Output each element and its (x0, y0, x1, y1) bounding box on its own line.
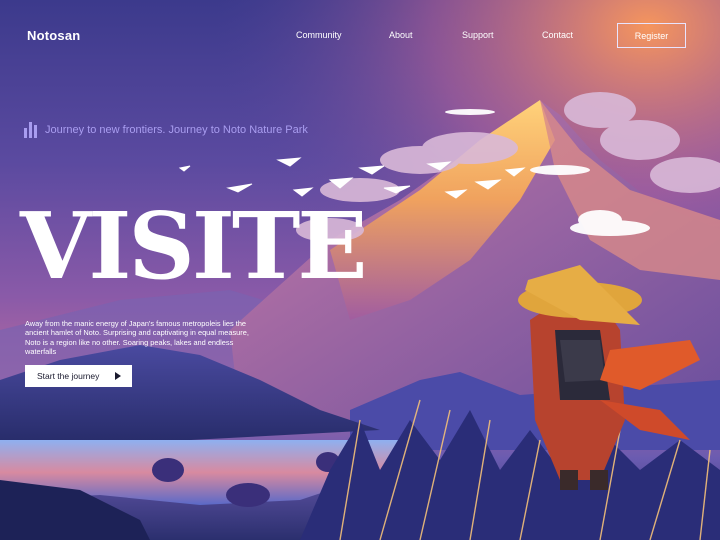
start-journey-button[interactable]: Start the journey (25, 365, 132, 387)
description-line: Away from the manic energy of Japan's fa… (25, 319, 247, 328)
top-navigation: Notosan Community About Support Contact … (0, 0, 720, 70)
register-button[interactable]: Register (617, 23, 686, 48)
hero-section: Notosan Community About Support Contact … (0, 0, 720, 540)
description-line: Noto is a region like no other. Soaring … (25, 337, 234, 357)
nav-link-contact[interactable]: Contact (542, 30, 573, 40)
hero-description: Away from the manic energy of Japan's fa… (25, 319, 265, 357)
brand-logo[interactable]: Notosan (27, 28, 80, 43)
bars-icon (24, 122, 37, 138)
description-line: ancient hamlet of Noto. Surprising and c… (25, 328, 249, 338)
hero-title: VISITE (20, 192, 367, 300)
nav-link-about[interactable]: About (389, 30, 413, 40)
tagline-text: Journey to new frontiers. Journey to Not… (45, 124, 308, 136)
start-journey-label: Start the journey (37, 371, 100, 381)
hero-tagline: Journey to new frontiers. Journey to Not… (24, 122, 308, 138)
play-icon (115, 372, 121, 380)
nav-link-support[interactable]: Support (462, 30, 494, 40)
nav-link-community[interactable]: Community (296, 30, 342, 40)
